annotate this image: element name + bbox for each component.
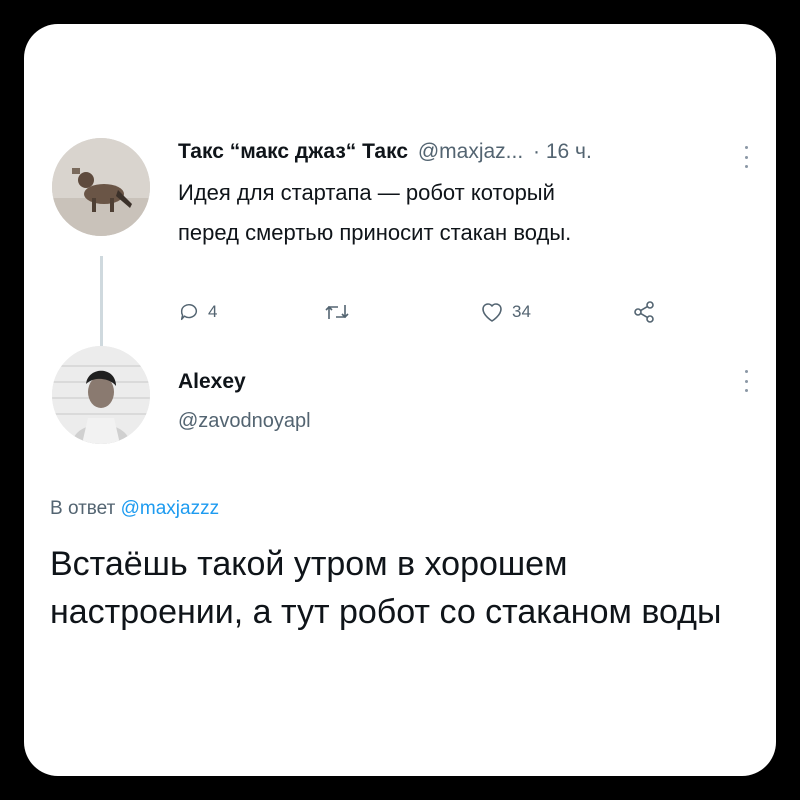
original-author-avatar[interactable] bbox=[52, 138, 150, 236]
reply-to-prefix: В ответ bbox=[50, 498, 116, 519]
original-tweet-text-line-1: Идея для стартапа — робот который bbox=[178, 180, 555, 205]
like-action[interactable]: 34 bbox=[480, 298, 531, 326]
reply-count: 4 bbox=[208, 302, 218, 321]
reply-author-avatar[interactable] bbox=[52, 346, 150, 444]
reply-tweet-text: Встаёшь такой утром в хорошем настроении… bbox=[50, 545, 722, 631]
share-icon bbox=[634, 301, 654, 323]
dog-photo-icon bbox=[52, 138, 150, 236]
retweet-action[interactable] bbox=[324, 298, 350, 326]
reply-to-mention[interactable]: @maxjazzz bbox=[121, 498, 219, 519]
heart-icon bbox=[482, 303, 502, 322]
share-action[interactable] bbox=[632, 298, 656, 326]
original-author-name[interactable]: Такс “макс джаз“ Такс bbox=[178, 140, 408, 163]
reply-to-line: В ответ @maxjazzz bbox=[50, 498, 219, 520]
original-author-handle[interactable]: @maxjaz... bbox=[418, 140, 523, 163]
retweet-icon bbox=[325, 305, 349, 319]
reply-bubble-icon bbox=[180, 303, 197, 321]
person-photo-icon bbox=[52, 346, 150, 444]
tweet-more-icon[interactable] bbox=[744, 146, 748, 168]
original-author-line[interactable]: Такс “макс джаз“ Такс @maxjaz... · 16 ч. bbox=[178, 140, 592, 164]
reply-author-name[interactable]: Alexey bbox=[178, 370, 246, 394]
reply-more-icon[interactable] bbox=[744, 370, 748, 392]
original-tweet-text-line-2: перед смертью приносит стакан воды. bbox=[178, 220, 572, 245]
reply-action[interactable]: 4 bbox=[178, 298, 217, 326]
tweet-timestamp[interactable]: · 16 ч. bbox=[533, 140, 592, 163]
tweet-card: Такс “макс джаз“ Такс @maxjaz... · 16 ч.… bbox=[24, 24, 776, 776]
reply-author-handle[interactable]: @zavodnoyapl bbox=[178, 410, 311, 433]
like-count: 34 bbox=[512, 302, 531, 321]
